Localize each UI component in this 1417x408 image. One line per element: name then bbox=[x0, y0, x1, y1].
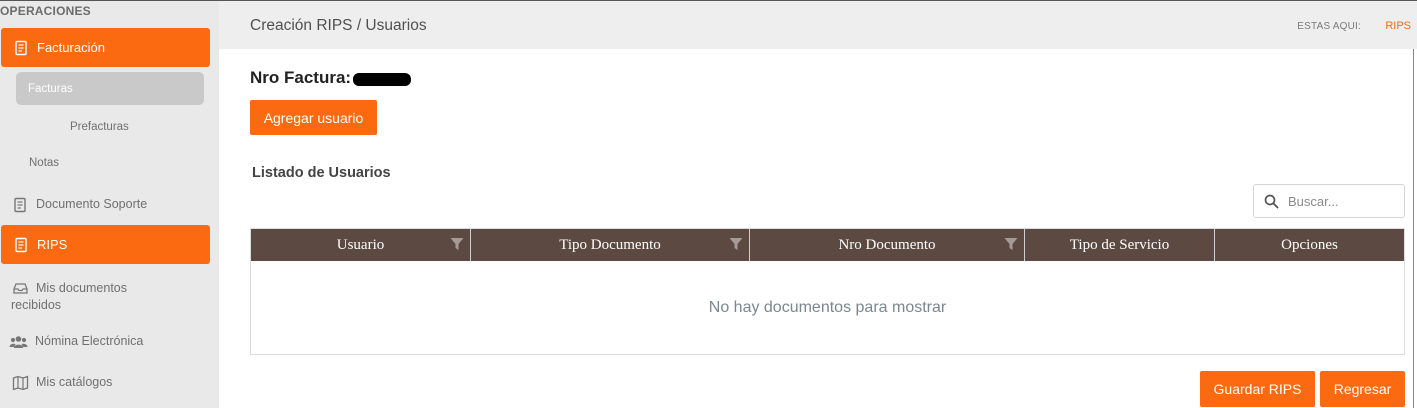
column-header-usuario[interactable]: Usuario bbox=[251, 229, 471, 261]
sidebar-item-facturas[interactable]: Facturas bbox=[16, 72, 204, 105]
invoice-number: Nro Factura: bbox=[250, 68, 412, 88]
sidebar-item-label-continued: recibidos bbox=[11, 298, 62, 312]
sidebar-item-label: Mis documentos bbox=[36, 281, 128, 295]
table-header: Usuario Tipo Documento Nro Documento Tip… bbox=[251, 229, 1404, 261]
sidebar-item-notas[interactable]: Notas bbox=[29, 157, 59, 169]
filter-icon[interactable] bbox=[1004, 237, 1018, 251]
users-table: Usuario Tipo Documento Nro Documento Tip… bbox=[250, 228, 1405, 355]
inbox-icon bbox=[12, 280, 29, 296]
list-title: Listado de Usuarios bbox=[252, 165, 391, 181]
column-header-label: Usuario bbox=[336, 236, 385, 253]
sidebar-item-label: Facturación bbox=[37, 40, 105, 55]
breadcrumb-label: ESTAS AQUI: bbox=[1297, 21, 1361, 32]
breadcrumb-link-rips[interactable]: RIPS bbox=[1385, 20, 1411, 32]
column-header-label: Nro Documento bbox=[838, 236, 936, 253]
save-rips-button[interactable]: Guardar RIPS bbox=[1200, 371, 1315, 407]
sidebar-item-label: Documento Soporte bbox=[36, 197, 148, 211]
document-icon bbox=[13, 237, 29, 253]
sidebar-item-prefacturas[interactable]: Prefacturas bbox=[70, 121, 129, 133]
sidebar: OPERACIONES Facturación Facturas Prefact… bbox=[0, 1, 219, 408]
document-icon bbox=[12, 197, 29, 213]
sidebar-item-rips[interactable]: RIPS bbox=[1, 225, 210, 264]
back-button[interactable]: Regresar bbox=[1320, 371, 1405, 407]
column-header-tipo-servicio[interactable]: Tipo de Servicio bbox=[1025, 229, 1215, 261]
column-header-label: Tipo de Servicio bbox=[1069, 236, 1170, 253]
column-header-label: Opciones bbox=[1281, 236, 1338, 253]
search-box[interactable] bbox=[1253, 184, 1405, 218]
column-header-opciones: Opciones bbox=[1215, 229, 1404, 261]
sidebar-item-documento-soporte[interactable]: Documento Soporte bbox=[12, 197, 212, 213]
sidebar-item-mis-documentos[interactable]: Mis documentos recibidos bbox=[11, 280, 212, 312]
map-icon bbox=[12, 375, 29, 391]
users-icon bbox=[9, 334, 28, 350]
column-header-tipo-documento[interactable]: Tipo Documento bbox=[471, 229, 750, 261]
sidebar-item-label: RIPS bbox=[37, 237, 68, 252]
content-border bbox=[1413, 49, 1414, 408]
sidebar-section-title: OPERACIONES bbox=[0, 4, 91, 18]
sidebar-item-label: Nómina Electrónica bbox=[35, 334, 144, 348]
invoice-number-label: Nro Factura: bbox=[250, 68, 352, 87]
search-input[interactable] bbox=[1288, 193, 1393, 209]
column-header-nro-documento[interactable]: Nro Documento bbox=[750, 229, 1025, 261]
add-user-button[interactable]: Agregar usuario bbox=[250, 100, 377, 135]
sidebar-item-facturacion[interactable]: Facturación bbox=[1, 28, 210, 67]
filter-icon[interactable] bbox=[450, 237, 464, 251]
document-icon bbox=[13, 40, 29, 56]
column-header-label: Tipo Documento bbox=[559, 236, 661, 253]
app-window: OPERACIONES Facturación Facturas Prefact… bbox=[0, 0, 1417, 408]
page-title: Creación RIPS / Usuarios bbox=[250, 17, 427, 34]
sidebar-item-catalogos[interactable]: Mis catálogos bbox=[12, 375, 212, 391]
page-header: Creación RIPS / Usuarios ESTAS AQUI: RIP… bbox=[219, 1, 1417, 49]
sidebar-item-label: Mis catálogos bbox=[36, 375, 113, 389]
redacted-invoice-value bbox=[353, 72, 412, 86]
filter-icon[interactable] bbox=[729, 237, 743, 251]
empty-table-message: No hay documentos para mostrar bbox=[708, 298, 947, 316]
search-icon bbox=[1264, 194, 1279, 209]
sidebar-item-nomina[interactable]: Nómina Electrónica bbox=[9, 334, 209, 350]
